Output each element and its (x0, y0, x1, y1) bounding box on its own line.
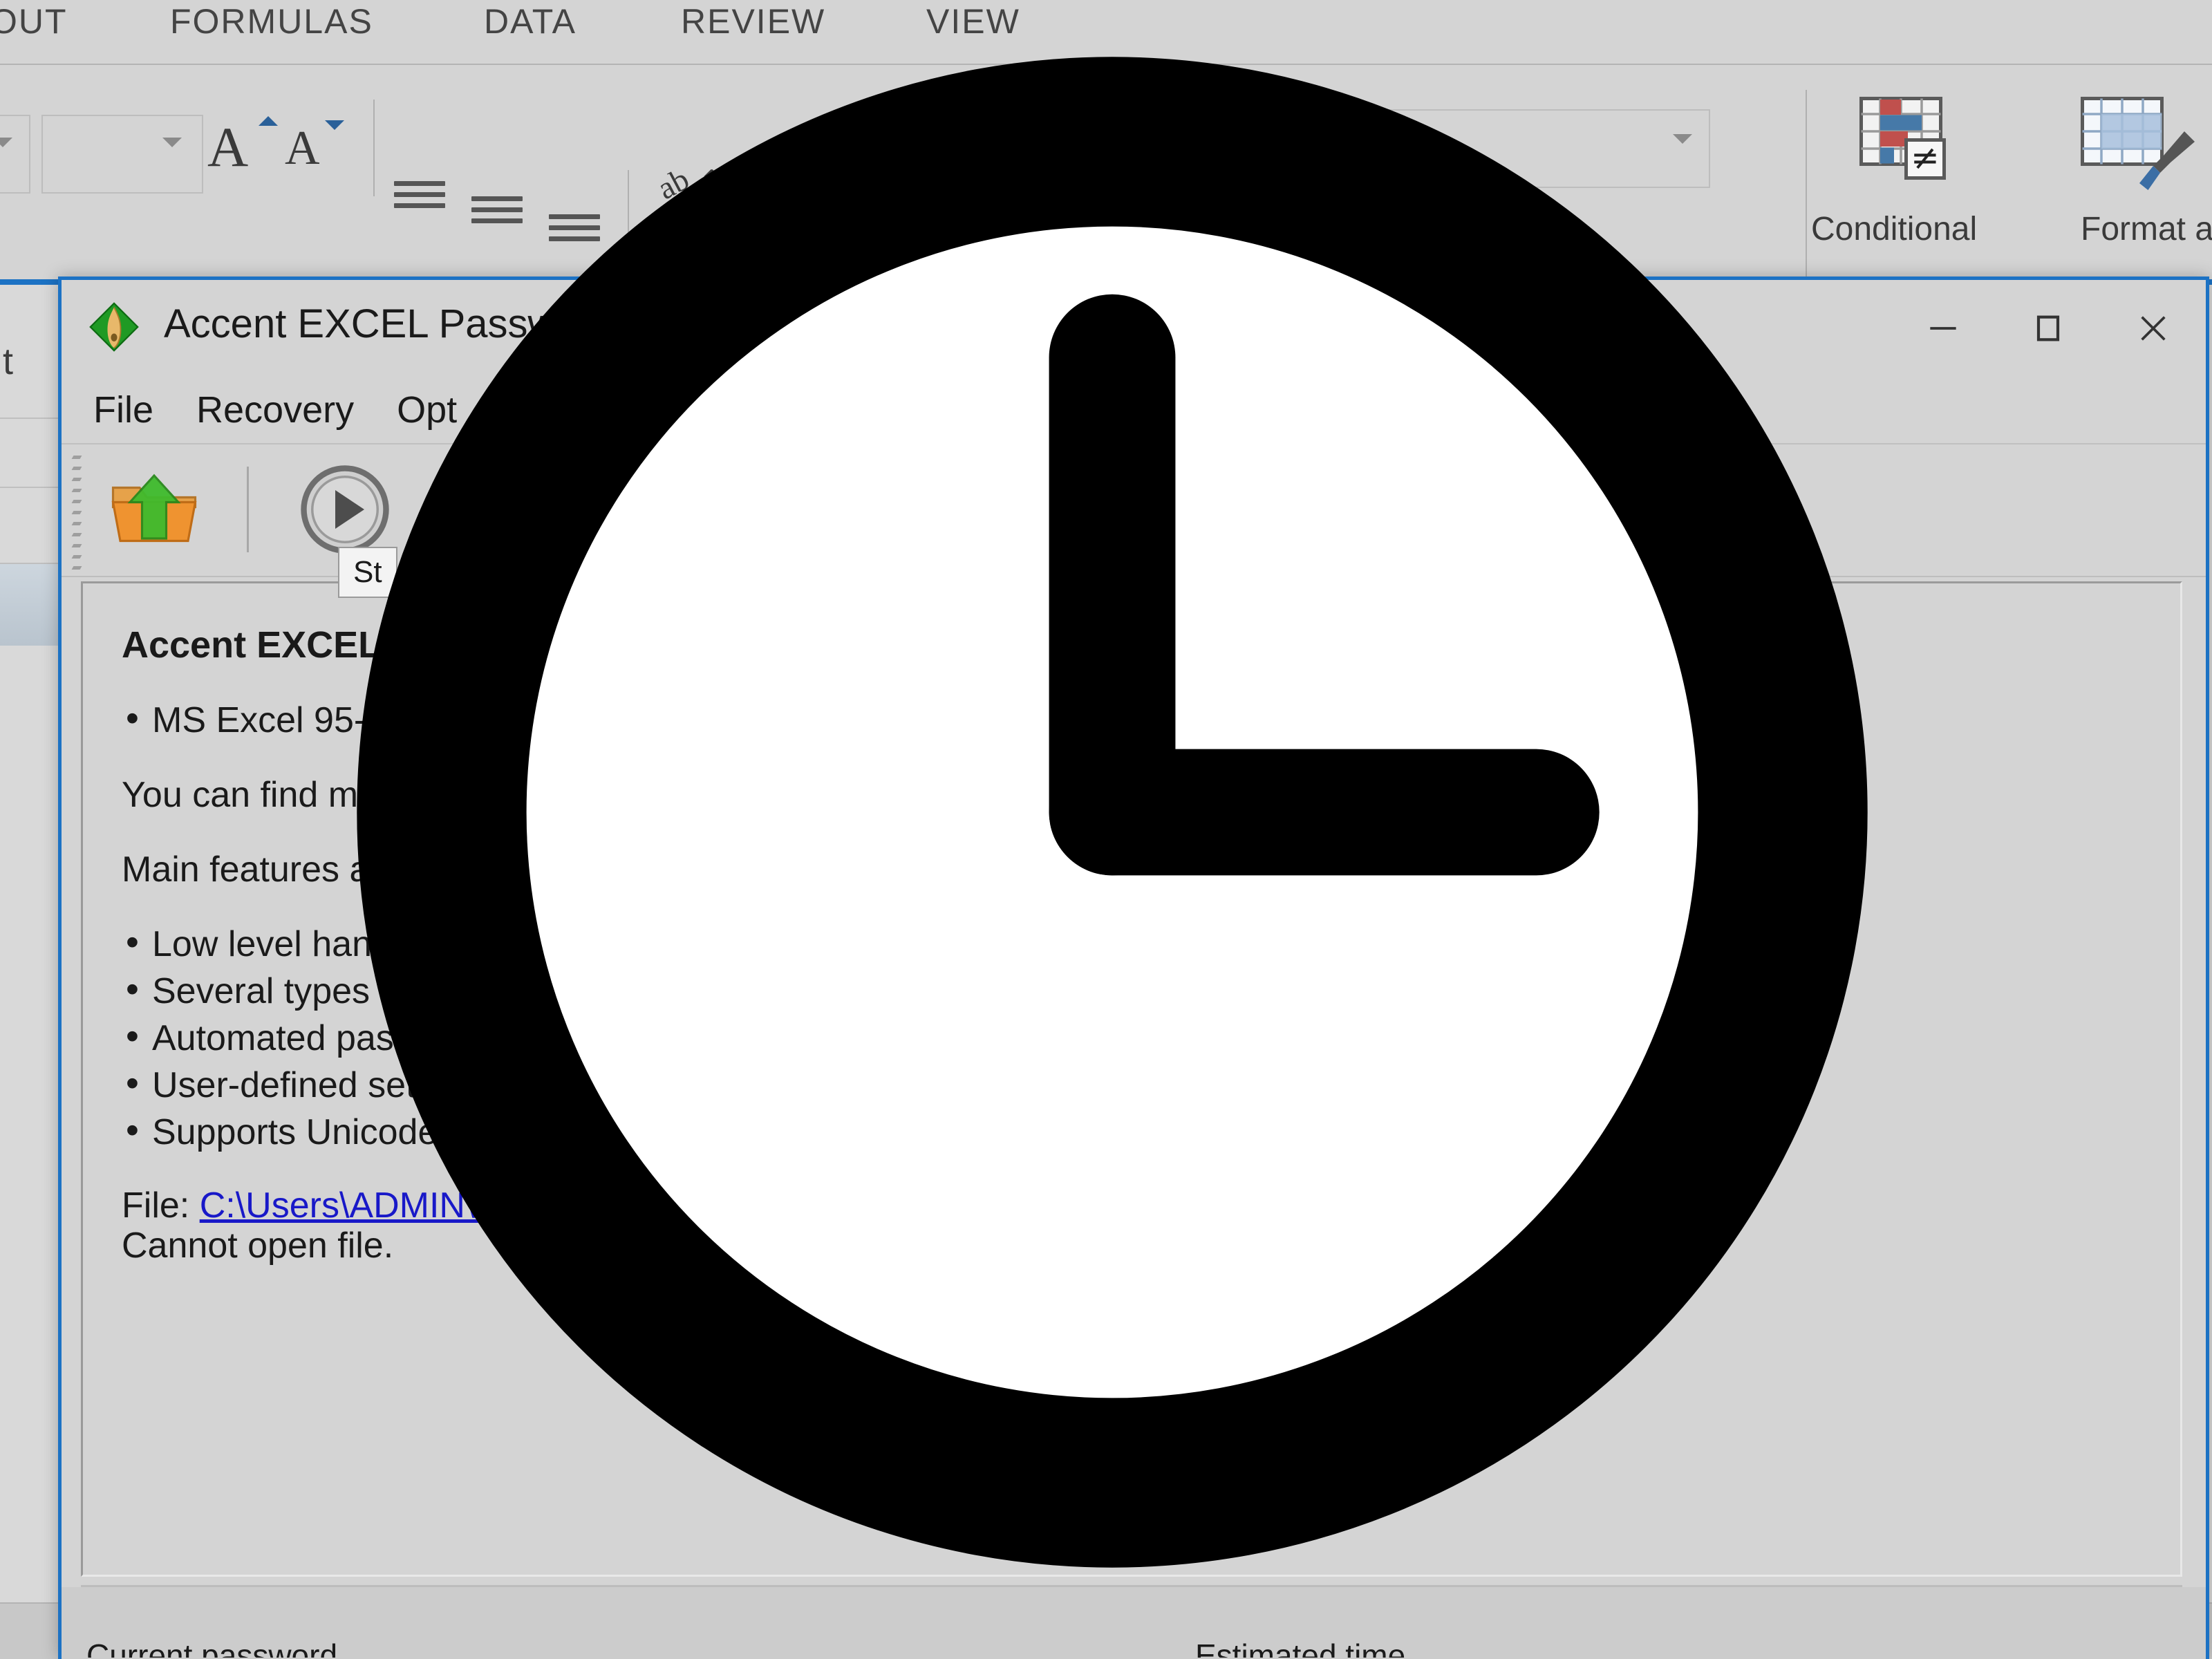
list-item: Automated passw (122, 1018, 2141, 1056)
list-item: Low level hand X2, XOP, AES-NI); (122, 924, 2141, 964)
orientation-chevron-down-icon[interactable] (733, 189, 752, 199)
error-message: Cannot open file. (122, 1226, 394, 1266)
ribbon-alignment-divider (628, 170, 629, 253)
start-tooltip: St (338, 547, 397, 598)
excel-ribbon: A A ab ↗ ≠ Conditional Format a (0, 65, 2212, 354)
ribbon-group-divider (373, 100, 375, 196)
start-play-icon[interactable] (297, 461, 393, 558)
tab-data[interactable]: DATA (484, 1, 577, 41)
dialog-titlebar[interactable]: Accent EXCEL Passw (62, 280, 2206, 377)
pause-icon[interactable] (421, 461, 518, 558)
number-format-box[interactable] (1224, 109, 1710, 188)
feature-text: Low level hand (152, 924, 392, 964)
dialog-title: Accent EXCEL Passw (164, 301, 557, 346)
cell-text-fragment: t (3, 341, 14, 382)
info-document: Accent EXCEL MS Excel 95- You can find m… (83, 583, 2180, 1297)
tab-review[interactable]: REVIEW (681, 1, 825, 41)
excel-ribbon-tabbar: OUT FORMULAS DATA REVIEW VIEW (0, 0, 2212, 55)
file-path-link[interactable]: C:\Users\ADMIN\Deskt (200, 1185, 568, 1226)
accent-diamond-icon (88, 301, 140, 353)
more-info-paragraph: You can find m (122, 775, 359, 815)
open-folder-icon[interactable] (106, 461, 203, 558)
current-password-label: Current password (86, 1638, 338, 1658)
decrease-font-size-arrow-icon (325, 120, 344, 130)
increase-font-size-icon[interactable]: A (207, 119, 248, 176)
selected-cell[interactable] (0, 564, 58, 646)
dialog-content-panel[interactable]: Accent EXCEL MS Excel 95- You can find m… (81, 581, 2182, 1577)
list-item: MS Excel 95- (122, 700, 2141, 738)
list-item: Several types o (122, 971, 2141, 1009)
orientation-arrow-icon: ↗ (686, 158, 736, 207)
minimize-button[interactable] (1891, 280, 1996, 377)
screenshot-root: OUT FORMULAS DATA REVIEW VIEW A A ab ↗ ≠… (0, 0, 2212, 1659)
doc-heading: Accent EXCEL (122, 624, 382, 666)
align-bottom-icon[interactable] (549, 214, 600, 247)
toolbar-grip-handle[interactable] (71, 456, 85, 570)
increase-font-size-arrow-icon (259, 116, 278, 126)
menu-item-options[interactable]: Opt (397, 388, 457, 431)
tab-view[interactable]: VIEW (926, 1, 1020, 41)
font-size-chevron-down-icon[interactable] (162, 138, 182, 147)
conditional-formatting-label: Conditional (1811, 211, 1978, 247)
align-top-icon[interactable] (394, 181, 445, 214)
align-middle-icon[interactable] (471, 196, 523, 229)
dialog-menubar: File Recovery Opt (62, 377, 2206, 443)
grid-line (0, 418, 59, 419)
feature-overflow-text: X2, XOP, AES-NI); (1213, 924, 1509, 964)
decrease-font-size-icon[interactable]: A (285, 124, 320, 173)
list-item: Supports Unicode an (122, 1112, 2141, 1150)
tab-formulas[interactable]: FORMULAS (170, 1, 373, 41)
menu-item-file[interactable]: File (93, 388, 153, 431)
accent-excel-password-recovery-window[interactable]: Accent EXCEL Passw File Recovery Opt St … (58, 276, 2209, 1659)
close-button[interactable] (2101, 280, 2206, 377)
toolbar-divider (247, 467, 249, 552)
maximize-button[interactable] (1996, 280, 2101, 377)
list-item: User-defined sets (122, 1065, 2141, 1103)
features-list: Low level hand X2, XOP, AES-NI); Several… (122, 924, 2141, 1150)
format-as-table-icon[interactable] (2081, 97, 2198, 200)
font-name-box[interactable] (0, 115, 30, 194)
window-controls (1891, 280, 2206, 377)
dialog-footer: Current password Estimated time (62, 1587, 2206, 1659)
features-intro-paragraph: Main features a (122, 850, 370, 890)
font-size-box[interactable] (41, 115, 203, 194)
dialog-toolbar: St (62, 443, 2206, 598)
number-format-chevron-down-icon[interactable] (1673, 134, 1692, 144)
font-name-chevron-down-icon[interactable] (0, 138, 12, 147)
tab-page-layout[interactable]: OUT (0, 1, 68, 41)
conditional-formatting-icon[interactable]: ≠ (1859, 97, 1977, 200)
supported-formats-list: MS Excel 95- (122, 700, 2141, 738)
grid-line (0, 487, 59, 488)
format-as-table-label: Format a (2081, 211, 2212, 247)
file-label: File: (122, 1185, 190, 1226)
estimated-time-label: Estimated time (1195, 1638, 1406, 1658)
text-orientation-icon[interactable]: ab ↗ (652, 158, 736, 207)
file-path-row: File: C:\Users\ADMIN\Deskt (122, 1188, 2141, 1224)
menu-item-recovery[interactable]: Recovery (196, 388, 354, 431)
svg-text:≠: ≠ (1911, 138, 1940, 178)
